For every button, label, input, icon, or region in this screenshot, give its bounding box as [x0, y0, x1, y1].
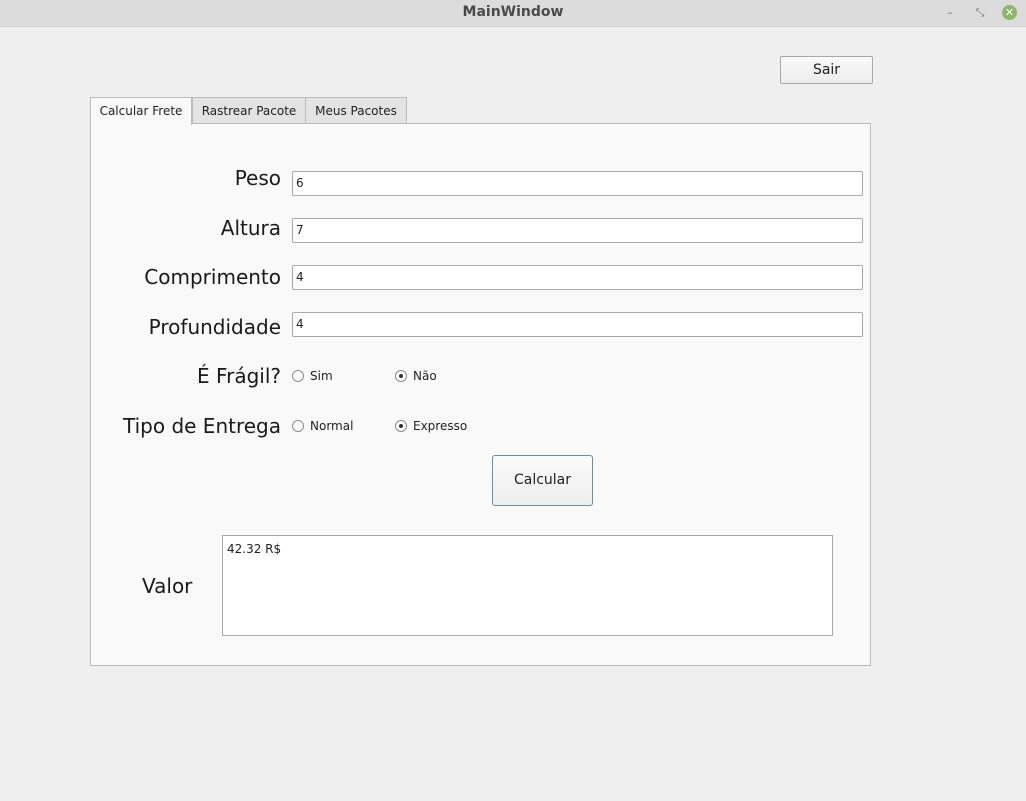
radio-label: Sim: [310, 369, 333, 383]
calcular-button[interactable]: Calcular: [492, 455, 593, 506]
window-title: MainWindow: [462, 4, 564, 20]
comprimento-input[interactable]: 4: [292, 265, 863, 290]
valor-output[interactable]: 42.32 R$: [222, 535, 833, 636]
tab-meus-pacotes[interactable]: Meus Pacotes: [305, 97, 407, 124]
radio-unchecked-icon: [292, 419, 304, 432]
valor-label: Valor: [142, 574, 193, 598]
tab-rastrear-pacote[interactable]: Rastrear Pacote: [192, 97, 306, 124]
profundidade-input[interactable]: 4: [292, 312, 863, 337]
comprimento-label: Comprimento: [144, 265, 281, 289]
altura-label: Altura: [220, 216, 281, 240]
close-icon[interactable]: ✕: [1002, 5, 1017, 20]
fragil-nao-radio[interactable]: Não: [395, 369, 437, 383]
radio-label: Não: [413, 369, 437, 383]
peso-input[interactable]: 6: [292, 171, 863, 196]
entrega-expresso-radio[interactable]: Expresso: [395, 419, 467, 433]
radio-label: Expresso: [413, 419, 468, 433]
maximize-icon[interactable]: ⤡: [972, 5, 988, 21]
minimize-icon[interactable]: –: [942, 5, 958, 21]
sair-button[interactable]: Sair: [780, 56, 873, 84]
radio-checked-icon: [395, 419, 407, 432]
radio-label: Normal: [310, 419, 354, 433]
altura-input[interactable]: 7: [292, 218, 863, 243]
entrega-normal-radio[interactable]: Normal: [292, 419, 353, 433]
radio-unchecked-icon: [292, 369, 304, 382]
peso-label: Peso: [234, 166, 281, 190]
fragil-sim-radio[interactable]: Sim: [292, 369, 333, 383]
radio-checked-icon: [395, 369, 407, 382]
fragil-label: É Frágil?: [197, 364, 281, 388]
profundidade-label: Profundidade: [148, 315, 281, 339]
window-titlebar: MainWindow – ⤡ ✕: [0, 0, 1026, 27]
tipo-entrega-label: Tipo de Entrega: [123, 414, 281, 438]
tab-calcular-frete[interactable]: Calcular Frete: [90, 97, 192, 125]
